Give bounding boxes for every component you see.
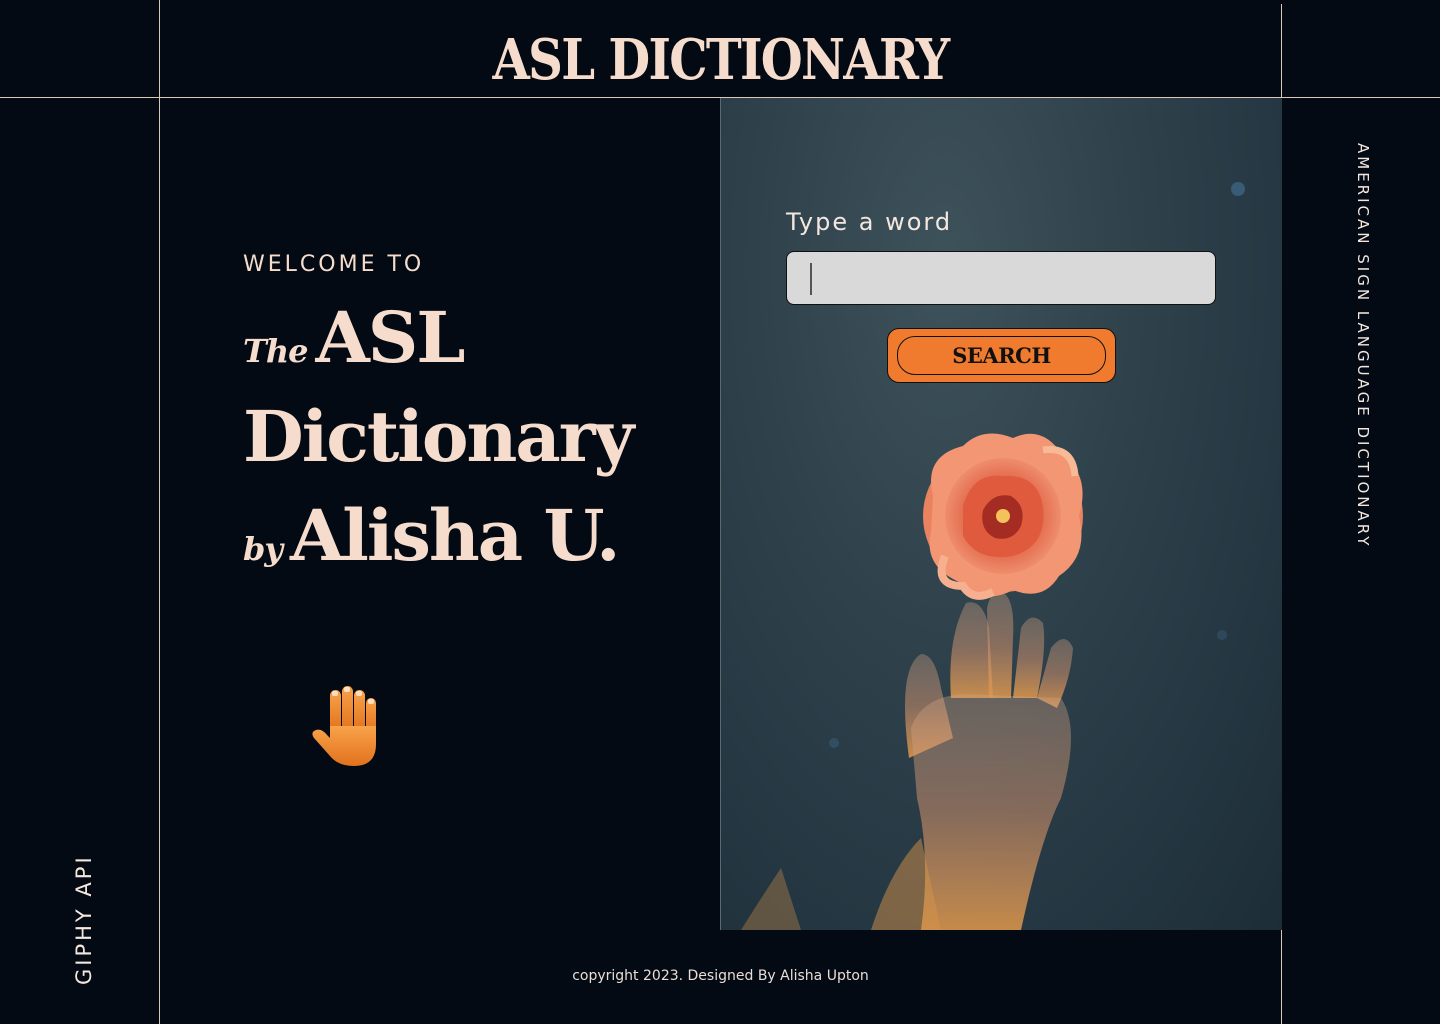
rose-icon [741, 433, 1083, 930]
side-label-tagline: AMERICAN SIGN LANGUAGE DICTIONARY [1354, 143, 1372, 549]
hero-heading: The ASL Dictionary by Alisha U. [243, 298, 634, 595]
side-label-giphy: GIPHY API [72, 854, 96, 985]
hero-by: by [243, 530, 283, 568]
hero-the: The [243, 332, 308, 370]
search-input[interactable] [786, 251, 1216, 305]
search-panel: Type a word SEARCH [720, 98, 1282, 930]
left-column-divider [159, 0, 160, 1024]
welcome-text: WELCOME TO [243, 252, 425, 277]
search-button-label: SEARCH [897, 336, 1106, 375]
bokeh-dot [1231, 182, 1245, 196]
search-label: Type a word [786, 208, 953, 236]
footer-copyright: copyright 2023. Designed By Alisha Upton [572, 968, 869, 984]
page: ASL DICTIONARY WELCOME TO The ASL Diction… [0, 0, 1440, 1024]
site-title: ASL DICTIONARY [492, 27, 951, 93]
search-button[interactable]: SEARCH [887, 328, 1116, 383]
hero-dictionary: Dictionary [243, 395, 634, 478]
hero-line-3: by Alisha U. [243, 496, 632, 595]
text-caret [810, 263, 812, 295]
hero-author: Alisha U. [289, 494, 621, 577]
hero-asl: ASL [315, 296, 465, 379]
hero-line-1: The ASL [243, 298, 632, 397]
raised-hand-icon [312, 686, 376, 766]
hero-line-2: Dictionary [243, 395, 634, 496]
